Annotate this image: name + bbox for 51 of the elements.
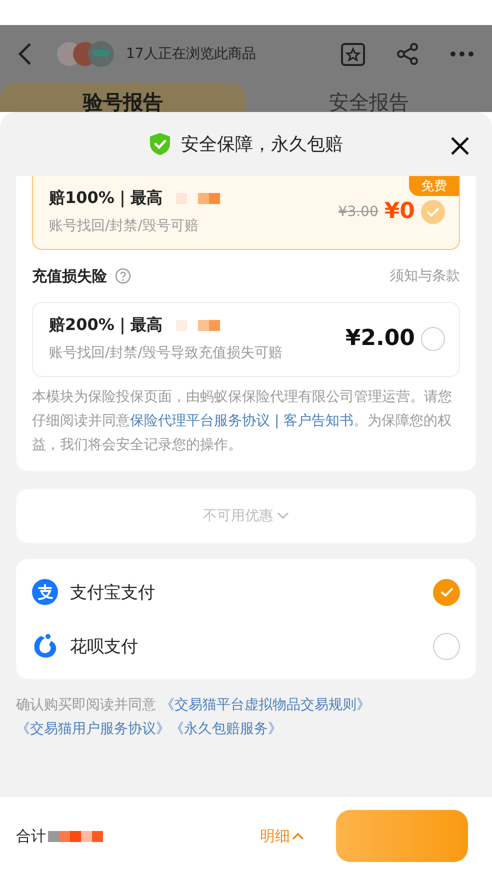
tab[interactable]: 安全报告 bbox=[246, 83, 492, 112]
coupon-text: 不可用优惠 bbox=[203, 507, 273, 525]
option-description: 账号找回/封禁/毁号导致充值损失可赔 bbox=[49, 344, 284, 362]
more-icon[interactable] bbox=[450, 51, 474, 57]
agreement-text: 确认购买即阅读并同意 《交易猫平台虚拟物品交易规则》 《交易猫用户服务协议》《永久包赔服务》 bbox=[16, 696, 372, 739]
redaction-mosaic bbox=[48, 830, 103, 842]
redaction-mosaic bbox=[176, 193, 220, 204]
radio-button[interactable] bbox=[421, 326, 445, 350]
tab[interactable]: 验号报告 bbox=[0, 83, 246, 112]
close-icon[interactable] bbox=[450, 136, 470, 156]
redaction-mosaic bbox=[176, 320, 220, 331]
payment-name: 支付宝支付 bbox=[70, 582, 155, 604]
total-label: 合计 bbox=[16, 826, 46, 846]
insurance-option[interactable]: 赔100%｜最高 账号找回/封禁/毁号可赔 ¥3.00 ¥0 免费 bbox=[32, 176, 460, 250]
pay-logo-icon bbox=[32, 579, 58, 605]
terms-link[interactable]: 须知与条款 bbox=[390, 267, 460, 285]
link[interactable]: 《交易猫用户服务协议》 bbox=[16, 721, 170, 737]
radio-button[interactable] bbox=[421, 200, 445, 224]
notice-paragraph: 本模块为保险投保页面，由蚂蚁保保险代理有限公司管理运营。请您仔细阅读并同意保险代理平台服务协议 | 客户告知书。为保障您的权益，我们将会安全记录您的操作。 bbox=[32, 388, 453, 455]
option-title: 赔100%｜最高 bbox=[49, 188, 162, 209]
link[interactable]: 客户告知书 bbox=[284, 413, 354, 429]
check-icon bbox=[426, 206, 440, 216]
link[interactable]: 《交易猫平台虚拟物品交易规则》 bbox=[160, 697, 370, 713]
chevron-up-icon bbox=[292, 832, 304, 840]
option-description: 账号找回/封禁/毁号可赔 bbox=[49, 217, 200, 235]
check-icon bbox=[440, 587, 454, 597]
payment-option[interactable]: 支付宝支付 bbox=[32, 565, 460, 619]
link[interactable]: 保险代理平台服务协议 bbox=[130, 413, 270, 429]
viewer-count-text: 17人正在浏览此商品 bbox=[126, 45, 256, 63]
link[interactable]: 《永久包赔服务》 bbox=[170, 721, 282, 737]
section-title: 充值损失险 bbox=[32, 266, 107, 286]
payment-name: 花呗支付 bbox=[70, 636, 138, 658]
free-badge: 免费 bbox=[409, 176, 459, 196]
chevron-down-icon bbox=[277, 512, 289, 520]
price-text: ¥2.00 bbox=[345, 326, 415, 351]
swirl-logo-icon bbox=[32, 633, 58, 659]
original-price: ¥3.00 bbox=[338, 204, 378, 220]
option-title: 赔200%｜最高 bbox=[49, 315, 162, 336]
payment-option[interactable]: 花呗支付 bbox=[32, 619, 460, 673]
radio-button[interactable] bbox=[433, 632, 460, 660]
radio-button[interactable] bbox=[433, 578, 460, 606]
share-icon[interactable] bbox=[396, 42, 420, 66]
shield-check-icon bbox=[149, 132, 171, 156]
avatar-group-icon bbox=[56, 39, 116, 69]
back-icon[interactable] bbox=[18, 42, 32, 66]
price-text: ¥0 bbox=[384, 199, 415, 224]
checkout-button[interactable] bbox=[336, 810, 468, 862]
insurance-option[interactable]: 赔200%｜最高 账号找回/封禁/毁号导致充值损失可赔 ¥2.00 bbox=[32, 302, 460, 377]
sheet-title: 安全保障，永久包赔 bbox=[181, 133, 343, 156]
detail-toggle[interactable]: 明细 bbox=[260, 826, 290, 846]
help-icon[interactable] bbox=[115, 268, 131, 284]
